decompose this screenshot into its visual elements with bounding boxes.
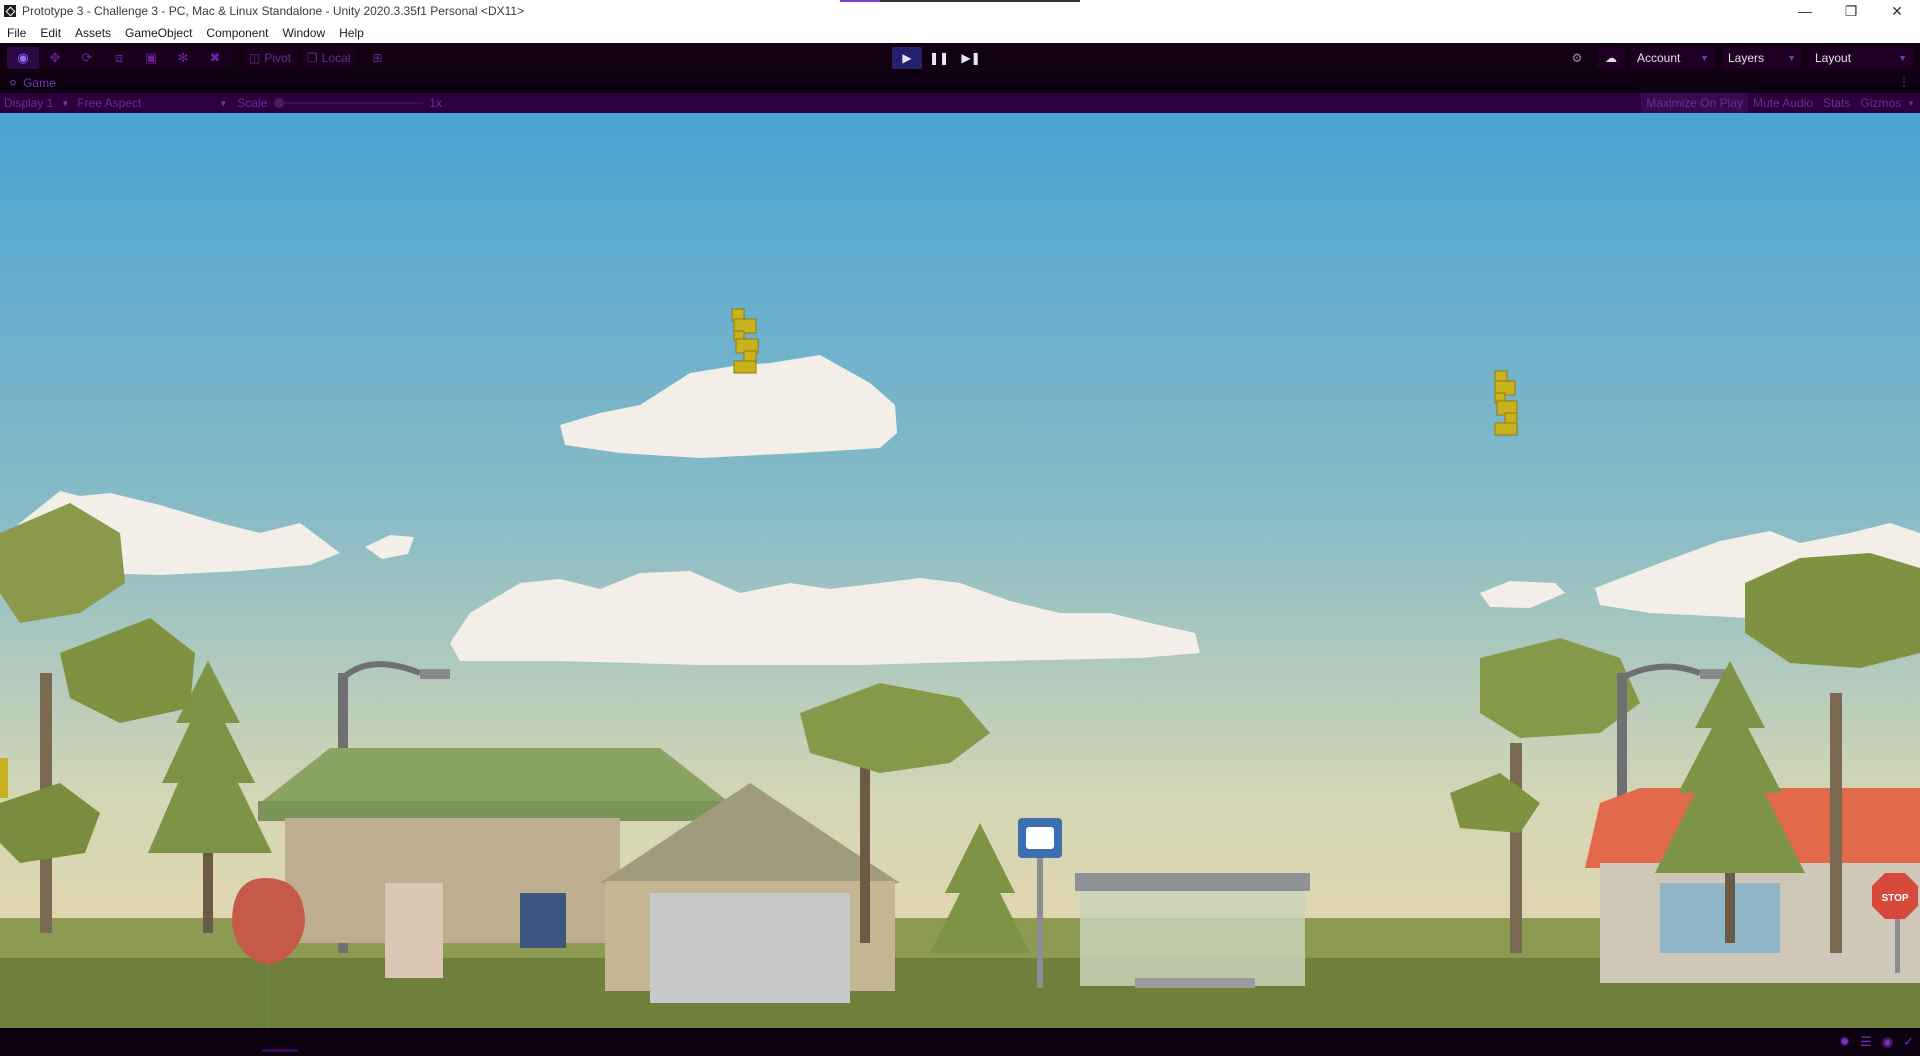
close-icon[interactable]: ✕: [1874, 0, 1920, 22]
gizmos-label: Gizmos: [1860, 96, 1902, 110]
play-controls: ▶ ❚❚ ▶❚: [892, 47, 986, 69]
game-view-toggles: Maximize On Play Mute Audio Stats Gizmos…: [1641, 93, 1920, 113]
layout-dropdown[interactable]: Layout ▼: [1809, 47, 1913, 69]
scale-tool-icon[interactable]: ⧈: [103, 47, 135, 69]
menu-gameobject[interactable]: GameObject: [118, 26, 199, 40]
local-icon: ❒: [307, 51, 318, 65]
chevron-down-icon: ▼: [61, 98, 70, 108]
house-door: [385, 883, 443, 978]
custom-tool-icon[interactable]: ✖: [199, 47, 231, 69]
layers-label: Layers: [1728, 51, 1765, 65]
aspect-label: Free Aspect: [77, 96, 142, 110]
window-title: Prototype 3 - Challenge 3 - PC, Mac & Li…: [22, 4, 525, 18]
money-pickup-2: [1494, 370, 1518, 436]
mute-audio-toggle[interactable]: Mute Audio: [1748, 93, 1818, 113]
garage-door: [650, 893, 850, 1003]
tab-game-label: Game: [23, 76, 56, 90]
display-dropdown[interactable]: Display 1 ▼: [0, 96, 73, 110]
account-dropdown[interactable]: Account ▼: [1631, 47, 1715, 69]
tab-options-icon[interactable]: ⋮: [1898, 75, 1910, 89]
pause-icon: ❚❚: [928, 51, 950, 65]
transform-tools: ◉ ✥ ⟳ ⧈ ▣ ✻ ✖: [7, 47, 231, 69]
pivot-toggle[interactable]: ◫ Pivot: [243, 47, 298, 69]
status-bar: ✹ ☰ ◉ ✓: [0, 1028, 1920, 1056]
chevron-down-icon: ▼: [1907, 98, 1915, 108]
step-icon: ▶❚: [961, 51, 981, 65]
menu-component[interactable]: Component: [199, 26, 275, 40]
grid-snap-icon: ⊞: [372, 51, 383, 65]
unity-logo-icon: [4, 5, 16, 17]
menu-help[interactable]: Help: [332, 26, 371, 40]
status-progress-tick: [262, 1049, 298, 1052]
game-scene: STOP: [0, 113, 1920, 1028]
status-icons: ✹ ☰ ◉ ✓: [1839, 1034, 1914, 1050]
bug-icon[interactable]: ✹: [1839, 1034, 1850, 1050]
gamepad-icon: ⚪: [8, 76, 19, 90]
menu-file[interactable]: File: [0, 26, 33, 40]
local-toggle[interactable]: ❒ Local: [301, 47, 357, 69]
game-view[interactable]: STOP: [0, 113, 1920, 1028]
menu-window[interactable]: Window: [275, 26, 332, 40]
local-label: Local: [321, 51, 351, 65]
menu-assets[interactable]: Assets: [68, 26, 118, 40]
maximize-on-play-toggle[interactable]: Maximize On Play: [1641, 93, 1748, 113]
restore-icon[interactable]: ❐: [1828, 0, 1874, 22]
main-toolbar: ◉ ✥ ⟳ ⧈ ▣ ✻ ✖ ◫ Pivot ❒ Local ⊞ ▶ ❚❚ ▶❚ …: [0, 43, 1920, 73]
scale-label: Scale: [237, 96, 268, 110]
rect-tool-icon[interactable]: ▣: [135, 47, 167, 69]
layout-label: Layout: [1815, 51, 1852, 65]
game-tab-bar: ⚪ Game ⋮: [0, 73, 1920, 93]
scale-slider[interactable]: [274, 98, 424, 108]
chevron-down-icon: ▼: [1898, 53, 1907, 63]
aspect-dropdown[interactable]: Free Aspect ▼: [73, 96, 231, 110]
window-titlebar: Prototype 3 - Challenge 3 - PC, Mac & Li…: [0, 0, 1920, 22]
record-icon[interactable]: ◉: [1882, 1034, 1893, 1050]
chevron-down-icon: ▼: [1700, 53, 1709, 63]
play-icon: ▶: [902, 51, 912, 65]
menu-edit[interactable]: Edit: [33, 26, 68, 40]
gizmos-toggle[interactable]: Gizmos ▼: [1855, 93, 1920, 113]
toolbar-right: ⚙ ☁ Account ▼ Layers ▼ Layout ▼: [1563, 47, 1920, 69]
cloud-icon[interactable]: ☁: [1597, 47, 1625, 69]
scale-slider-handle[interactable]: [274, 98, 285, 108]
check-icon[interactable]: ✓: [1903, 1034, 1914, 1050]
transform-tool-icon[interactable]: ✻: [167, 47, 199, 69]
layers-dropdown[interactable]: Layers ▼: [1722, 47, 1802, 69]
tab-game[interactable]: ⚪ Game: [0, 73, 64, 93]
chevron-down-icon: ▼: [1787, 53, 1796, 63]
menu-bar: File Edit Assets GameObject Component Wi…: [0, 22, 1920, 43]
view-tool-icon[interactable]: ◉: [7, 47, 39, 69]
titlebar-accent: [840, 0, 1080, 2]
move-tool-icon[interactable]: ✥: [39, 47, 71, 69]
play-button[interactable]: ▶: [892, 47, 922, 69]
bus-shelter: [1075, 873, 1310, 988]
scale-value: 1x: [429, 96, 442, 110]
house-window: [520, 893, 566, 948]
chevron-down-icon: ▼: [219, 98, 228, 108]
grid-snap-button[interactable]: ⊞: [366, 47, 388, 69]
layers-icon[interactable]: ☰: [1860, 1034, 1872, 1050]
window-controls: — ❐ ✕: [1782, 0, 1920, 22]
step-button[interactable]: ▶❚: [956, 47, 986, 69]
stop-sign-text: STOP: [1881, 893, 1908, 904]
pivot-label: Pivot: [264, 51, 292, 65]
minimize-icon[interactable]: —: [1782, 0, 1828, 22]
account-label: Account: [1637, 51, 1681, 65]
rotate-tool-icon[interactable]: ⟳: [71, 47, 103, 69]
collab-icon[interactable]: ⚙: [1563, 47, 1591, 69]
display-label: Display 1: [4, 96, 54, 110]
game-view-options: Display 1 ▼ Free Aspect ▼ Scale 1x Maxim…: [0, 93, 1920, 113]
money-pickup-1: [731, 308, 759, 374]
pivot-icon: ◫: [249, 51, 261, 65]
money-pickup-3: [0, 758, 8, 798]
stats-toggle[interactable]: Stats: [1818, 93, 1855, 113]
pause-button[interactable]: ❚❚: [924, 47, 954, 69]
